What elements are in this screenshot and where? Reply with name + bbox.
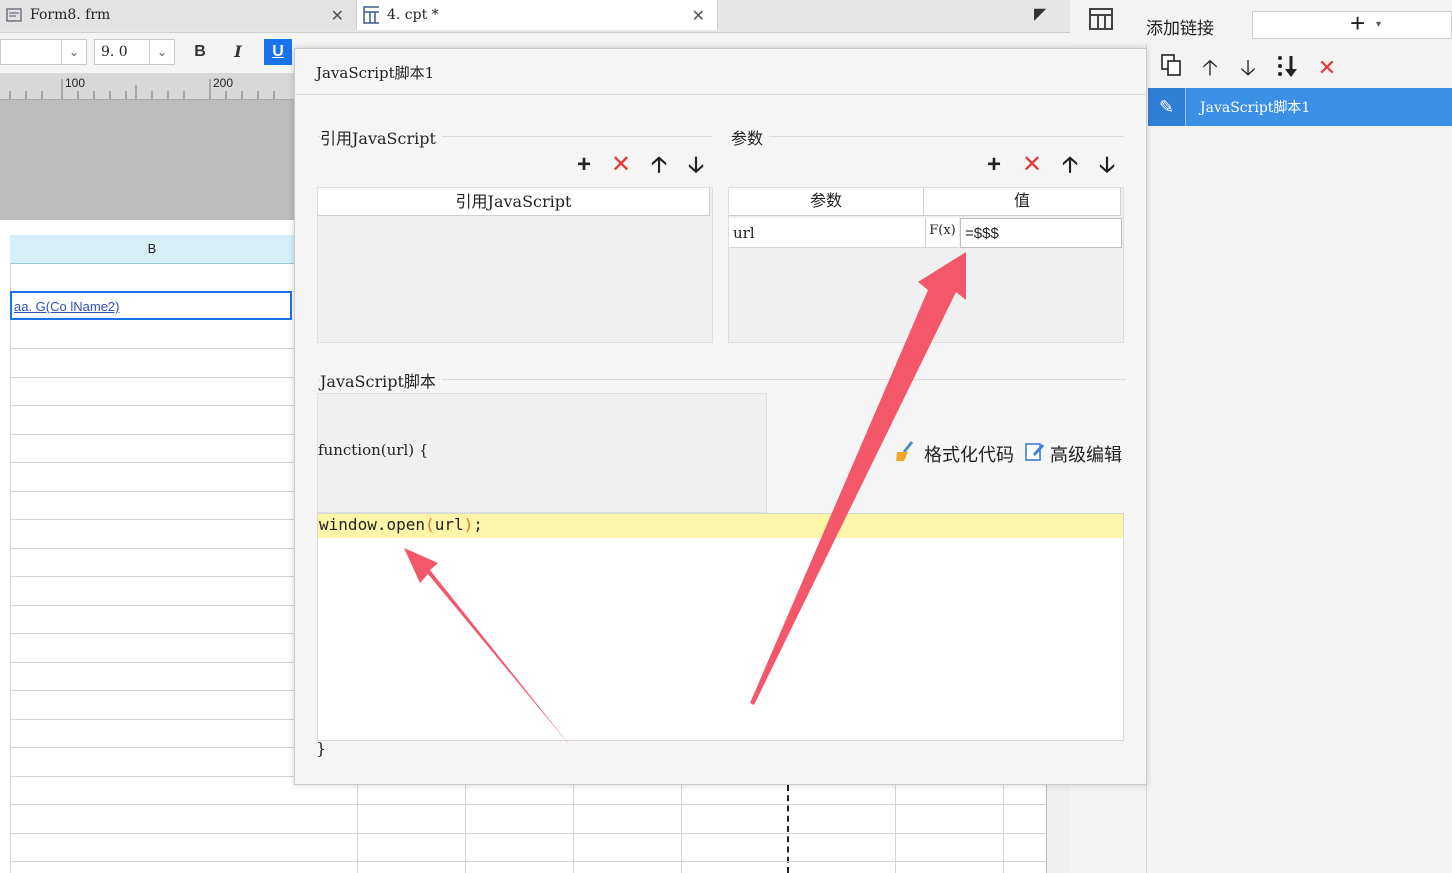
link-item-label: JavaScript脚本1 [1200,100,1311,116]
ref-js-section-label: 引用JavaScript [320,125,442,149]
plus-icon[interactable]: + [1350,8,1365,39]
delete-icon[interactable]: ✕ [1310,52,1344,84]
delete-icon[interactable]: ✕ [1018,151,1046,179]
ruler-ticks [9,79,275,99]
ref-js-column-header: 引用JavaScript [318,188,710,216]
report-file-icon [363,6,379,24]
form-canvas-area [0,100,294,220]
params-table[interactable]: 参数 值 url F(x) =$$$ [728,187,1124,343]
italic-button[interactable]: I [224,39,252,65]
move-down-icon[interactable]: 🡣 [682,151,710,179]
broom-icon [894,440,918,467]
param-value-input[interactable]: =$$$ [960,218,1122,248]
script-section-label: JavaScript脚本 [320,368,442,392]
sort-icon[interactable] [1270,52,1304,84]
layout-icon[interactable] [1088,6,1114,38]
close-icon[interactable]: ✕ [692,6,705,26]
edit-icon[interactable]: ✎ [1148,88,1186,126]
dialog-title: JavaScript脚本1 [316,64,435,82]
param-name-column-header: 参数 [729,188,924,216]
params-section-label: 参数 [731,125,770,149]
chevron-down-icon[interactable]: ▾ [1376,19,1381,30]
add-icon[interactable]: + [570,151,598,179]
bold-button[interactable]: B [186,39,214,65]
formula-icon: F(x) [929,223,956,238]
move-up-icon[interactable]: 🡡 [1056,151,1084,179]
page-break-line [787,785,789,873]
delete-icon[interactable]: ✕ [607,151,635,179]
param-name-cell[interactable]: url [729,218,925,248]
move-up-icon[interactable]: 🡡 [645,151,673,179]
move-down-icon[interactable]: 🡣 [1231,52,1265,84]
code-text: window.open(url); [319,515,483,534]
add-link-label: 添加链接 [1146,19,1214,38]
move-up-icon[interactable]: 🡡 [1193,52,1227,84]
divider [295,94,1146,95]
chevron-down-icon[interactable]: ⌄ [61,39,87,65]
formula-button[interactable]: F(x) [925,218,959,248]
tab-form8[interactable]: Form8. frm ✕ [0,0,357,30]
advanced-edit-button[interactable]: 高级编辑 [1024,440,1122,467]
advanced-edit-label: 高级编辑 [1050,444,1122,465]
edit-doc-icon [1024,440,1046,467]
function-signature: function(url) { [318,441,429,459]
chevron-down-icon[interactable]: ⌄ [149,39,175,65]
code-editor[interactable] [317,513,1124,741]
cell-formula-text: aa. G(Co lName2) [14,299,120,314]
add-icon[interactable]: + [980,151,1008,179]
format-code-button[interactable]: 格式化代码 [894,440,1014,467]
tab-label: 4. cpt * [387,7,439,23]
form-file-icon [6,7,22,23]
tab-report[interactable]: 4. cpt * ✕ [357,0,718,30]
tab-label: Form8. frm [30,7,111,23]
ruler-label: 100 [65,76,86,90]
move-down-icon[interactable]: 🡣 [1093,151,1121,179]
font-name-field[interactable] [0,39,62,65]
column-header-b[interactable]: B [10,235,294,264]
divider [729,136,1124,137]
ruler-label: 200 [213,76,234,90]
underline-button[interactable]: U [264,39,292,65]
copy-icon[interactable] [1154,52,1188,84]
tab-bar: Form8. frm ✕ 4. cpt * ✕ [0,0,1070,33]
tab-list-icon[interactable]: ◤ [1034,4,1046,24]
param-value-column-header: 值 [924,188,1121,216]
format-code-label: 格式化代码 [924,444,1014,465]
close-icon[interactable]: ✕ [331,6,344,26]
closing-brace: } [316,739,327,758]
ref-js-table[interactable]: 引用JavaScript [317,187,713,343]
font-size-field[interactable]: 9. 0 [94,39,150,65]
horizontal-ruler: 100 200 [0,73,294,100]
